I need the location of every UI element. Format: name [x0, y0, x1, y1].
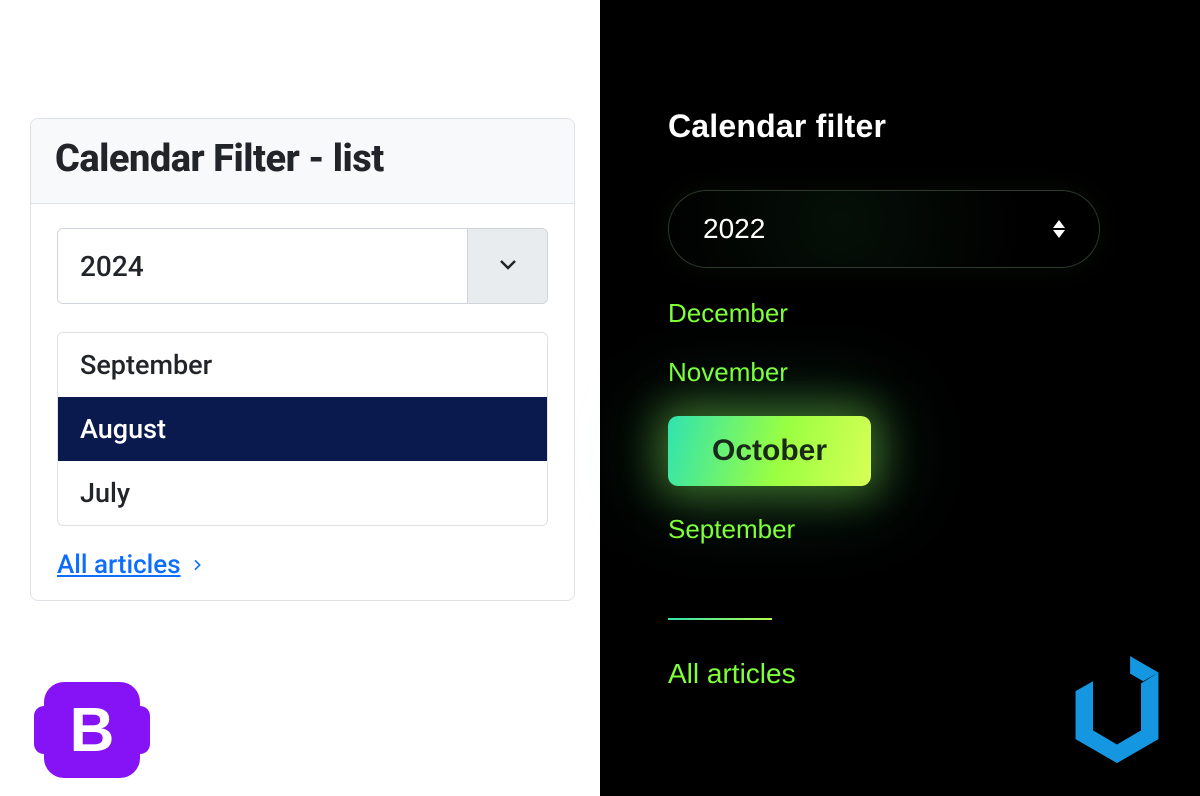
card-header: Calendar Filter - list [31, 119, 574, 204]
card-body: 2024 September August July All articles [31, 204, 574, 600]
bootstrap-logo-icon: B [44, 682, 140, 778]
year-select[interactable]: 2024 [57, 228, 548, 304]
year-select-toggle[interactable] [467, 229, 547, 303]
uikit-theme-panel: Calendar filter 2022 December November O… [600, 0, 1200, 796]
chevron-right-icon [189, 550, 205, 580]
uikit-logo-icon [1062, 654, 1172, 774]
all-articles-link[interactable]: All articles [668, 658, 796, 690]
month-item-october[interactable]: October [668, 416, 871, 486]
all-articles-link[interactable]: All articles [57, 550, 205, 580]
month-item-september[interactable]: September [668, 514, 795, 545]
bootstrap-theme-panel: Calendar Filter - list 2024 September Au… [0, 0, 600, 796]
year-select-value: 2024 [58, 229, 467, 303]
month-item-july[interactable]: July [58, 461, 547, 525]
calendar-filter-card: Calendar Filter - list 2024 September Au… [30, 118, 575, 601]
month-item-september[interactable]: September [58, 333, 547, 397]
card-title: Calendar filter [668, 108, 886, 145]
select-caret-icon [1053, 220, 1065, 238]
month-item-november[interactable]: November [668, 357, 788, 388]
divider [668, 618, 772, 620]
bootstrap-logo-letter: B [70, 695, 115, 766]
month-list: December November October September [668, 298, 1100, 545]
month-item-december[interactable]: December [668, 298, 788, 329]
chevron-down-icon [496, 252, 520, 280]
month-item-august[interactable]: August [58, 397, 547, 461]
all-articles-label: All articles [57, 550, 181, 580]
card-title: Calendar Filter - list [55, 137, 550, 181]
year-select[interactable]: 2022 [668, 190, 1100, 268]
year-select-value: 2022 [703, 213, 1053, 245]
month-list: September August July [57, 332, 548, 526]
